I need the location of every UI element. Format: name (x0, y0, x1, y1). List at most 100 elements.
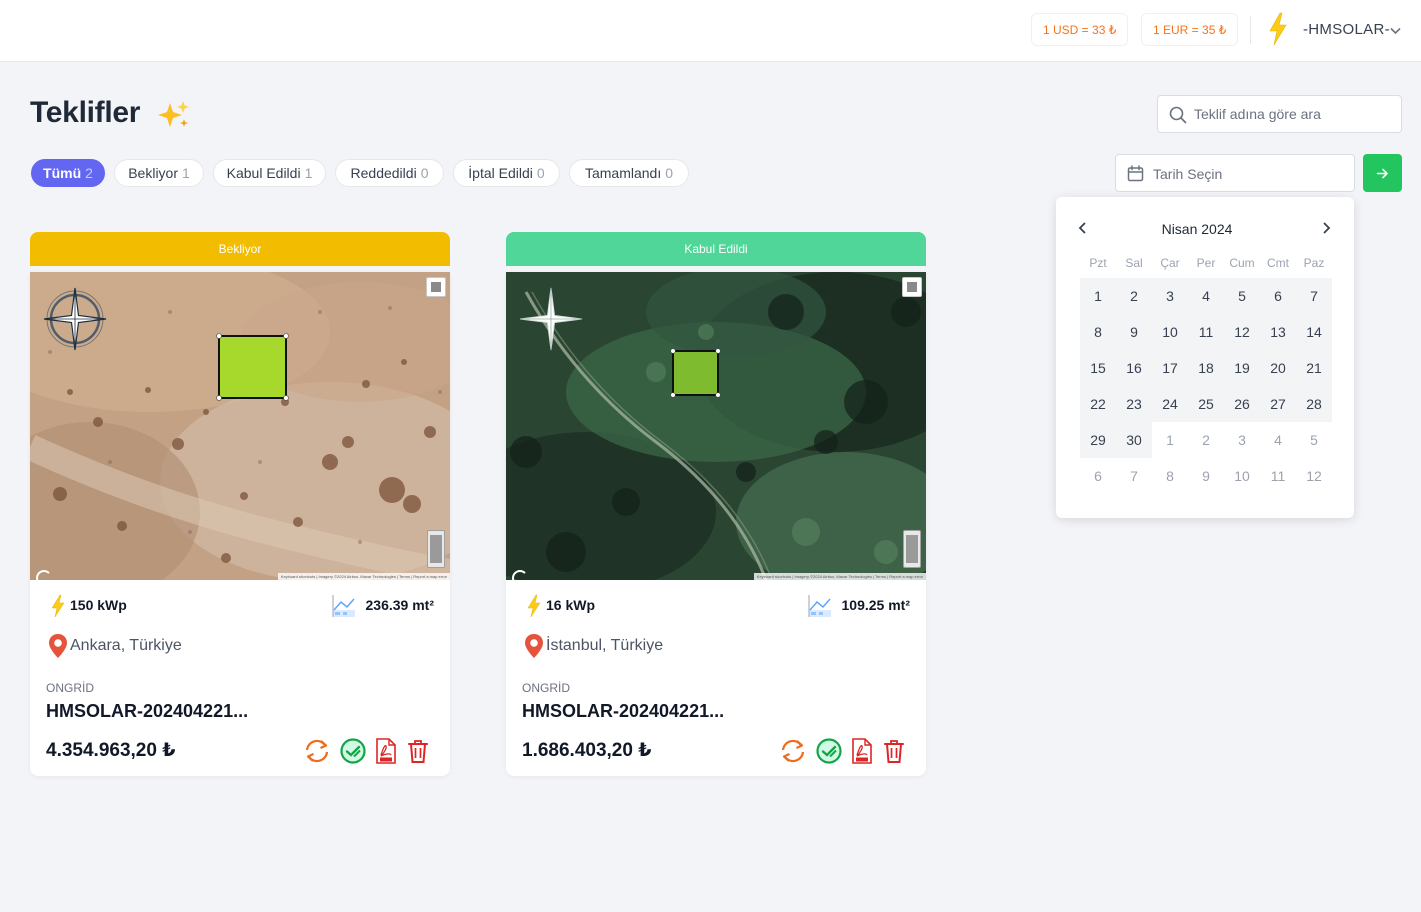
calendar-day[interactable]: 25 (1188, 386, 1224, 422)
arrow-right-icon (1376, 168, 1388, 178)
calendar-day[interactable]: 12 (1296, 458, 1332, 494)
calendar-day[interactable]: 7 (1296, 278, 1332, 314)
calendar-day[interactable]: 2 (1116, 278, 1152, 314)
map-loading-icon (512, 570, 528, 586)
map-zoom-control[interactable] (903, 530, 921, 568)
chevron-down-icon[interactable] (1390, 27, 1401, 35)
satellite-map[interactable]: Keyboard shortcuts | Imagery ©2024 Airbu… (30, 272, 450, 586)
usd-rate-badge: 1 USD = 33 ₺ (1031, 13, 1129, 46)
calendar-day[interactable]: 1 (1152, 422, 1188, 458)
filter-chip-cancelled[interactable]: İptal Edildi 0 (453, 159, 560, 187)
calendar-day[interactable]: 3 (1152, 278, 1188, 314)
calendar-day[interactable]: 10 (1152, 314, 1188, 350)
project-price: 4.354.963,20 ₺ (46, 740, 176, 761)
calendar-day[interactable]: 20 (1260, 350, 1296, 386)
calendar-day[interactable]: 9 (1188, 458, 1224, 494)
filter-chip-count: 0 (420, 165, 429, 181)
project-name: HMSOLAR-202404221... (522, 701, 725, 721)
pdf-button[interactable] (372, 737, 400, 765)
filter-chip-label: Reddedildi (350, 165, 417, 181)
apply-date-button[interactable] (1363, 154, 1402, 192)
filter-chip-all[interactable]: Tümü 2 (31, 159, 105, 187)
satellite-map[interactable]: Keyboard shortcuts | Imagery ©2024 Airbu… (506, 272, 926, 586)
approve-button[interactable] (815, 737, 843, 765)
calendar-day[interactable]: 9 (1116, 314, 1152, 350)
calendar-month-label: Nisan 2024 (1161, 221, 1233, 237)
calendar-day[interactable]: 6 (1260, 278, 1296, 314)
filter-chip-label: Tamamlandı (584, 165, 662, 181)
project-type: ONGRİD (522, 681, 570, 695)
calendar-weekday: Cmt (1267, 256, 1289, 270)
calendar-day[interactable]: 8 (1080, 314, 1116, 350)
map-attribution: Keyboard shortcuts | Imagery ©2024 Airbu… (277, 573, 450, 580)
map-loading-icon (36, 570, 52, 586)
calendar-day[interactable]: 22 (1080, 386, 1116, 422)
calendar-day[interactable]: 5 (1296, 422, 1332, 458)
filter-chip-completed[interactable]: Tamamlandı 0 (569, 159, 689, 187)
calendar-day[interactable]: 2 (1188, 422, 1224, 458)
search-box[interactable] (1157, 95, 1402, 133)
calendar-day[interactable]: 7 (1116, 458, 1152, 494)
calendar-day[interactable]: 21 (1296, 350, 1332, 386)
map-zoom-control[interactable] (427, 530, 445, 568)
user-menu-name[interactable]: -HMSOLAR- (1303, 21, 1390, 38)
pdf-icon (376, 738, 396, 764)
map-layer-toggle[interactable] (902, 277, 922, 297)
project-location: Ankara, Türkiye (70, 637, 182, 654)
refresh-button[interactable] (303, 737, 331, 765)
calendar-day[interactable]: 27 (1260, 386, 1296, 422)
filter-chip-accepted[interactable]: Kabul Edildi 1 (213, 159, 326, 187)
area-measure-icon (808, 595, 831, 617)
calendar-day[interactable]: 18 (1188, 350, 1224, 386)
approve-icon (816, 738, 842, 764)
delete-button[interactable] (880, 737, 908, 765)
lightning-bolt-icon (527, 594, 541, 618)
pdf-icon (852, 738, 872, 764)
calendar-day[interactable]: 24 (1152, 386, 1188, 422)
project-location: İstanbul, Türkiye (546, 637, 664, 654)
calendar-day[interactable]: 29 (1080, 422, 1116, 458)
lightning-bolt-icon (1269, 12, 1287, 46)
project-card[interactable]: Keyboard shortcuts | Imagery ©2024 Airbu… (506, 272, 926, 776)
calendar-weekday: Çar (1160, 256, 1180, 270)
calendar-day[interactable]: 6 (1080, 458, 1116, 494)
calendar-day[interactable]: 11 (1260, 458, 1296, 494)
calendar-day[interactable]: 4 (1260, 422, 1296, 458)
delete-button[interactable] (404, 737, 432, 765)
filter-chip-label: Bekliyor (128, 165, 178, 181)
calendar-day[interactable]: 16 (1116, 350, 1152, 386)
calendar-day[interactable]: 17 (1152, 350, 1188, 386)
approve-button[interactable] (339, 737, 367, 765)
calendar-day[interactable]: 23 (1116, 386, 1152, 422)
calendar-day[interactable]: 11 (1188, 314, 1224, 350)
page-title: Teklifler (30, 96, 141, 129)
calendar-weekday: Pzt (1089, 256, 1107, 270)
calendar-day[interactable]: 14 (1296, 314, 1332, 350)
calendar-day[interactable]: 13 (1260, 314, 1296, 350)
calendar-day[interactable]: 19 (1224, 350, 1260, 386)
pdf-button[interactable] (848, 737, 876, 765)
calendar-day[interactable]: 26 (1224, 386, 1260, 422)
calendar-day[interactable]: 5 (1224, 278, 1260, 314)
calendar-weekday: Cum (1229, 256, 1255, 270)
date-picker-input[interactable]: Tarih Seçin (1115, 154, 1355, 192)
calendar-day[interactable]: 4 (1188, 278, 1224, 314)
filter-chip-count: 1 (182, 165, 190, 181)
filter-chip-pending[interactable]: Bekliyor 1 (114, 159, 204, 187)
calendar-day[interactable]: 3 (1224, 422, 1260, 458)
filter-chip-rejected[interactable]: Reddedildi 0 (335, 159, 444, 187)
approve-icon (340, 738, 366, 764)
refresh-button[interactable] (779, 737, 807, 765)
map-layer-toggle[interactable] (426, 277, 446, 297)
project-card[interactable]: Keyboard shortcuts | Imagery ©2024 Airbu… (30, 272, 450, 776)
calendar-day[interactable]: 12 (1224, 314, 1260, 350)
calendar-day[interactable]: 1 (1080, 278, 1116, 314)
calendar-day[interactable]: 15 (1080, 350, 1116, 386)
calendar-day[interactable]: 28 (1296, 386, 1332, 422)
chevron-right-icon[interactable] (1319, 220, 1333, 236)
calendar-day[interactable]: 8 (1152, 458, 1188, 494)
area-measure-icon (332, 595, 355, 617)
calendar-day[interactable]: 10 (1224, 458, 1260, 494)
search-input[interactable] (1194, 96, 1394, 132)
calendar-day[interactable]: 30 (1116, 422, 1152, 458)
